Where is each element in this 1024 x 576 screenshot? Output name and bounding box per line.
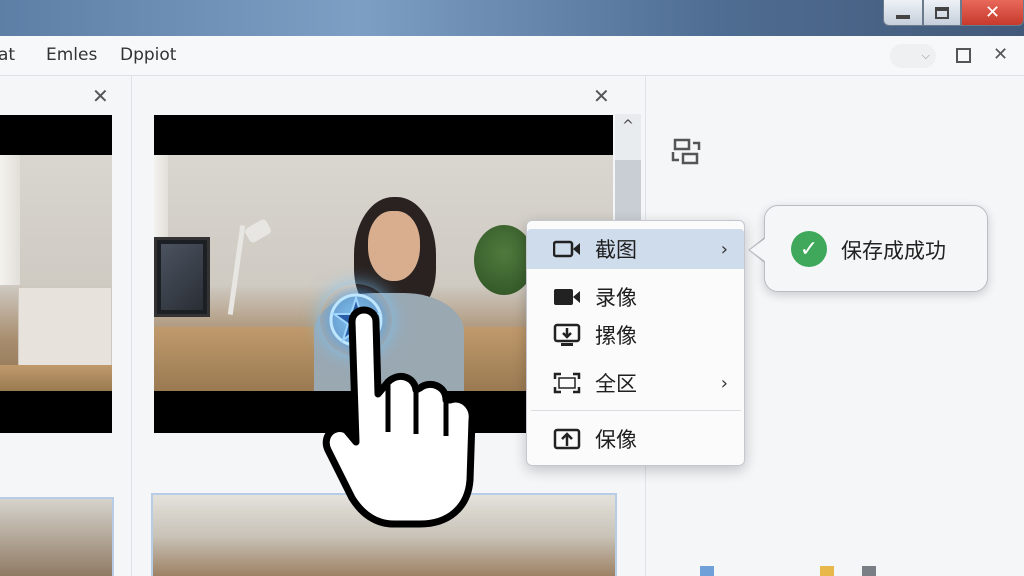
video-icon [554,289,580,305]
fullscreen-icon [553,372,581,394]
check-circle-icon: ✓ [791,231,827,267]
left-pane-close-icon: ✕ [92,84,109,108]
menu-item-fullscreen[interactable]: 全区 › [527,363,744,403]
toast-message: 保存成成功 [841,239,946,263]
left-video-scene [0,155,112,391]
submenu-arrow-icon: › [720,372,728,394]
menu-item-record-label: 录像 [595,286,637,310]
app-close-button[interactable]: ✕ [993,44,1008,65]
monitor [154,237,210,317]
scroll-up-icon[interactable]: ^ [615,118,641,134]
center-pane-close-button[interactable]: ✕ [593,84,610,108]
minimize-icon [896,14,910,19]
pane-divider-left [131,76,132,576]
center-pane-close-icon: ✕ [593,84,610,108]
menu-item-screenshot[interactable]: 截图 › [527,229,744,269]
menu-separator [531,410,741,411]
tray-icon[interactable] [820,566,834,576]
menu-item-capture-label: 摞像 [595,324,637,348]
lamp [227,225,246,315]
app-close-icon: ✕ [993,44,1009,65]
menu-item-capture[interactable]: 摞像 [527,315,744,355]
menubar: at Emles Dppiot ⌵ ✕ [0,36,1024,76]
hand-cursor-icon [322,306,476,528]
screen-download-icon [553,323,581,346]
upload-icon [553,428,581,450]
window-light [0,155,20,285]
menu-item-record[interactable]: 录像 [527,277,744,317]
window-minimize-button[interactable] [883,0,923,26]
submenu-arrow-icon: › [720,238,728,260]
lamp-head [243,218,273,244]
left-video-frame[interactable] [0,115,112,433]
person-face [368,211,420,281]
chevron-down-icon: ⌵ [921,49,930,62]
screen: ✕ at Emles Dppiot ⌵ ✕ ✕ ✕ ^ 截图 › 录像 摞像 全… [0,0,1024,576]
menu-item-fullscreen-label: 全区 [595,372,637,396]
camera-icon [553,240,580,258]
menu-item-save[interactable]: 保像 [527,419,744,459]
tray-icon[interactable] [862,566,876,576]
thumbnail-left[interactable] [0,497,114,576]
view-dropdown[interactable]: ⌵ [890,44,936,68]
window-maximize-button[interactable] [923,0,961,26]
context-menu: 截图 › 录像 摞像 全区 › 保像 [526,220,745,466]
plant [474,225,534,295]
menu-item-screenshot-label: 截图 [595,238,637,262]
menu-item-save-label: 保像 [595,428,637,452]
close-icon: ✕ [984,2,1001,23]
monitor-screen [161,244,203,310]
menu-item-at[interactable]: at [0,45,15,65]
success-toast: ✓ 保存成成功 [764,205,988,292]
toast-pointer-fill [750,238,766,262]
left-pane-close-button[interactable]: ✕ [92,84,109,108]
menu-item-dppiot[interactable]: Dppiot [120,45,176,65]
maximize-icon [935,6,949,19]
sync-icon[interactable] [669,136,703,170]
app-maximize-button[interactable] [956,48,971,63]
tray-icon[interactable] [700,566,714,576]
menu-item-emles[interactable]: Emles [46,45,97,65]
window-close-button[interactable]: ✕ [961,0,1024,26]
desk [0,365,112,391]
window-titlebar [0,0,1024,36]
scroll-thumb[interactable] [615,160,641,220]
